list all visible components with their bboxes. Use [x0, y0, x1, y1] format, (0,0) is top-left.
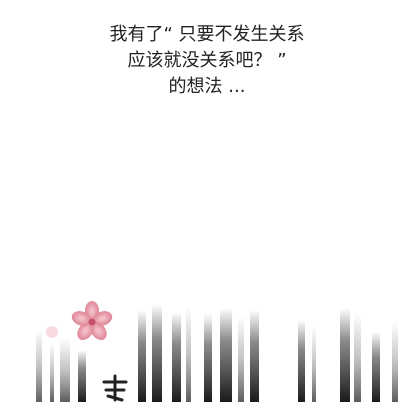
caption-line-3: 的想法 ... [168, 76, 246, 97]
ink-strokes-illustration [36, 301, 398, 402]
cherry-blossom-icon [71, 301, 113, 341]
comic-panel: 我有了“ 只要不发生关系 应该就没关系吧？ ” 的想法 ... [0, 0, 414, 402]
ink-glyph-mark [102, 374, 128, 402]
caption-text: 我有了“ 只要不发生关系 应该就没关系吧？ ” 的想法 ... [0, 22, 414, 100]
caption-line-2: 应该就没关系吧？ ” [127, 50, 287, 71]
vertical-ink-strokes [138, 304, 398, 402]
caption-line-1: 我有了“ 只要不发生关系 [109, 24, 305, 45]
